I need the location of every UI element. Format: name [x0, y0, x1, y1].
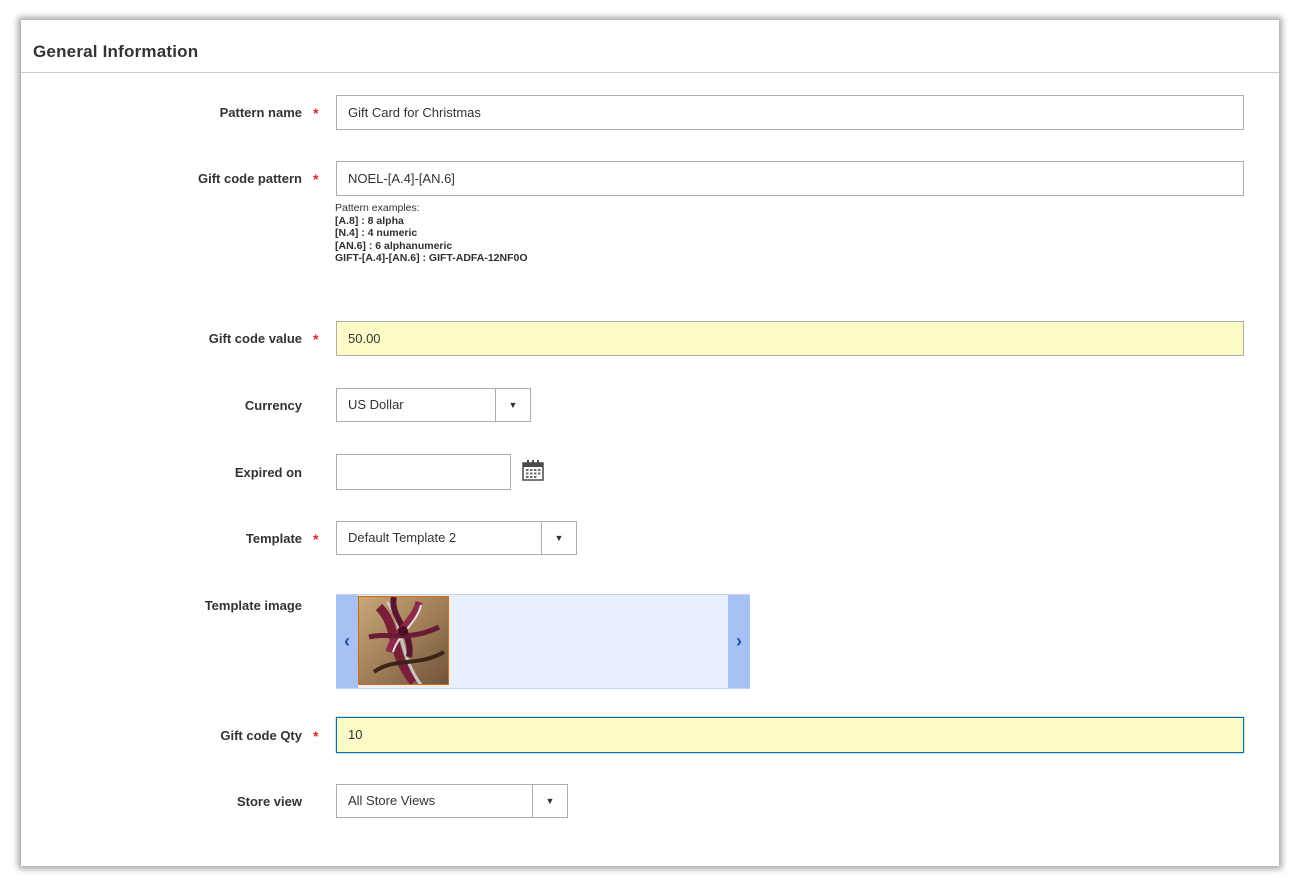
- store-view-select[interactable]: All Store Views ▼: [336, 784, 568, 818]
- currency-label: Currency: [244, 398, 302, 413]
- carousel-prev-button[interactable]: ‹: [336, 595, 358, 688]
- required-marker: *: [313, 171, 319, 187]
- gift-code-pattern-label: Gift code pattern: [197, 171, 302, 186]
- required-marker: *: [313, 105, 319, 121]
- carousel-next-button[interactable]: ›: [728, 595, 750, 688]
- section-divider: [21, 72, 1279, 73]
- required-marker: *: [313, 331, 319, 347]
- pattern-example: [A.8] : 8 alpha: [335, 214, 404, 227]
- pattern-examples-title: Pattern examples:: [335, 202, 420, 214]
- general-information-panel: General Information Pattern name * Gift …: [21, 20, 1279, 866]
- gift-code-qty-label: Gift code Qty: [220, 728, 302, 743]
- pattern-example: GIFT-[A.4]-[AN.6] : GIFT-ADFA-12NF0O: [335, 252, 528, 264]
- chevron-down-icon[interactable]: ▼: [532, 785, 567, 817]
- section-title: General Information: [33, 42, 199, 61]
- template-image-label: Template image: [204, 598, 302, 613]
- calendar-icon[interactable]: [521, 458, 545, 482]
- chevron-down-icon[interactable]: ▼: [541, 522, 576, 554]
- gift-code-pattern-input[interactable]: NOEL-[A.4]-[AN.6]: [336, 161, 1244, 196]
- expired-on-label: Expired on: [234, 465, 302, 480]
- expired-on-input[interactable]: [336, 454, 511, 490]
- gift-code-value-input[interactable]: 50.00: [336, 321, 1244, 356]
- template-select[interactable]: Default Template 2 ▼: [336, 521, 577, 555]
- gift-code-qty-input[interactable]: 10: [336, 717, 1244, 753]
- pattern-example: [N.4] : 4 numeric: [335, 227, 418, 239]
- required-marker: *: [313, 728, 319, 744]
- template-thumbnail[interactable]: [358, 596, 449, 685]
- currency-selected-value: US Dollar: [348, 397, 404, 412]
- template-selected-value: Default Template 2: [348, 530, 457, 545]
- gift-code-value-label: Gift code value: [208, 331, 302, 346]
- pattern-examples-hint: Pattern examples: [A.8] : 8 alpha [N.4] …: [335, 202, 528, 265]
- store-view-selected-value: All Store Views: [348, 793, 436, 808]
- store-view-label: Store view: [236, 794, 302, 809]
- required-marker: *: [313, 531, 319, 547]
- pattern-example: [AN.6] : 6 alphanumeric: [335, 239, 453, 252]
- pattern-name-label: Pattern name: [219, 105, 302, 120]
- pattern-name-input[interactable]: Gift Card for Christmas: [336, 95, 1244, 130]
- currency-select[interactable]: US Dollar ▼: [336, 388, 531, 422]
- chevron-down-icon[interactable]: ▼: [495, 389, 530, 421]
- template-label: Template: [245, 531, 302, 546]
- template-image-carousel: ‹ ›: [336, 594, 750, 689]
